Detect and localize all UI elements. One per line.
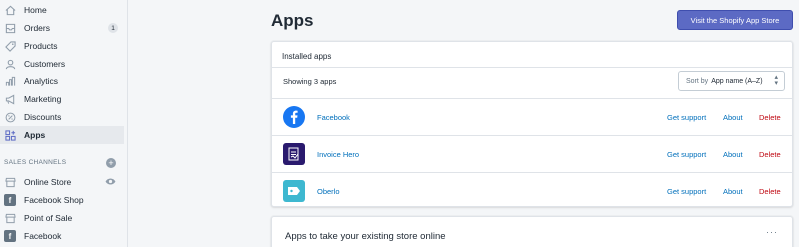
sidebar-item-analytics[interactable]: Analytics [0,72,124,90]
about-link[interactable]: About [723,187,743,196]
invoice-hero-app-icon [283,143,305,165]
sidebar-channel-point-of-sale[interactable]: Point of Sale [0,209,124,227]
sidebar: Home Orders 1 Products Customers Analyti… [0,0,128,247]
existing-store-online-card: Apps to take your existing store online … [271,216,793,247]
card-title: Installed apps [282,52,332,61]
sidebar-item-discounts[interactable]: Discounts [0,108,124,126]
marketing-icon [4,93,16,105]
sidebar-item-label: Home [24,5,47,15]
sidebar-channel-online-store[interactable]: Online Store [0,173,124,191]
card-title: Apps to take your existing store online [285,231,446,242]
sidebar-item-label: Facebook [24,231,62,241]
point-of-sale-icon [4,212,16,224]
app-row-oberlo: Oberlo Get support About Delete [272,173,792,209]
sidebar-item-label: Online Store [24,177,72,187]
online-store-icon [4,176,16,188]
sidebar-item-apps[interactable]: Apps [0,126,124,144]
app-row-facebook: Facebook Get support About Delete [272,99,792,135]
more-options-icon[interactable]: ··· [766,227,778,237]
sidebar-item-label: Orders [24,23,50,33]
app-row-invoice-hero: Invoice Hero Get support About Delete [272,136,792,172]
page-title: Apps [271,11,314,30]
installed-apps-card: Installed apps Showing 3 apps Sort by Ap… [271,41,793,207]
app-name[interactable]: Facebook [317,113,350,122]
sidebar-item-marketing[interactable]: Marketing [0,90,124,108]
sidebar-item-label: Marketing [24,94,62,104]
delete-link[interactable]: Delete [759,113,781,122]
about-link[interactable]: About [723,150,743,159]
sidebar-item-label: Facebook Shop [24,195,84,205]
facebook-app-icon [283,106,305,128]
sort-value: App name (A–Z) [711,77,763,85]
divider [272,67,792,68]
app-name[interactable]: Invoice Hero [317,150,359,159]
sales-channels-heading: SALES CHANNELS [4,159,67,166]
sidebar-channel-facebook-shop[interactable]: f Facebook Shop [0,191,124,209]
get-support-link[interactable]: Get support [667,150,706,159]
sort-select[interactable]: Sort by App name (A–Z) ▴ ▾ [678,71,785,91]
about-link[interactable]: About [723,113,743,122]
sidebar-channel-facebook[interactable]: f Facebook [0,227,124,245]
get-support-link[interactable]: Get support [667,187,706,196]
sidebar-item-label: Apps [24,130,46,140]
sidebar-item-label: Point of Sale [24,213,73,223]
get-support-link[interactable]: Get support [667,113,706,122]
sidebar-item-products[interactable]: Products [0,37,124,55]
sidebar-item-label: Products [24,41,58,51]
orders-count-badge: 1 [108,23,118,33]
sidebar-item-home[interactable]: Home [0,1,124,19]
sidebar-item-label: Customers [24,59,66,69]
visit-app-store-button[interactable]: Visit the Shopify App Store [677,10,793,30]
chevron-updown-icon: ▴ ▾ [774,74,778,87]
delete-link[interactable]: Delete [759,150,781,159]
apps-count: Showing 3 apps [283,77,337,86]
facebook-icon: f [4,230,16,242]
customers-icon [4,58,16,70]
app-name[interactable]: Oberlo [317,187,340,196]
analytics-icon [4,75,16,87]
facebook-shop-icon: f [4,194,16,206]
orders-icon [4,22,16,34]
sidebar-item-label: Discounts [24,112,62,122]
delete-link[interactable]: Delete [759,187,781,196]
sidebar-item-orders[interactable]: Orders 1 [0,19,124,37]
discounts-icon [4,111,16,123]
sidebar-item-label: Analytics [24,76,59,86]
sidebar-item-customers[interactable]: Customers [0,55,124,73]
apps-icon [4,129,16,141]
eye-icon[interactable] [105,177,116,188]
oberlo-app-icon [283,180,305,202]
products-icon [4,40,16,52]
add-sales-channel-icon[interactable]: + [106,158,116,168]
home-icon [4,4,16,16]
sort-label: Sort by [686,77,709,85]
